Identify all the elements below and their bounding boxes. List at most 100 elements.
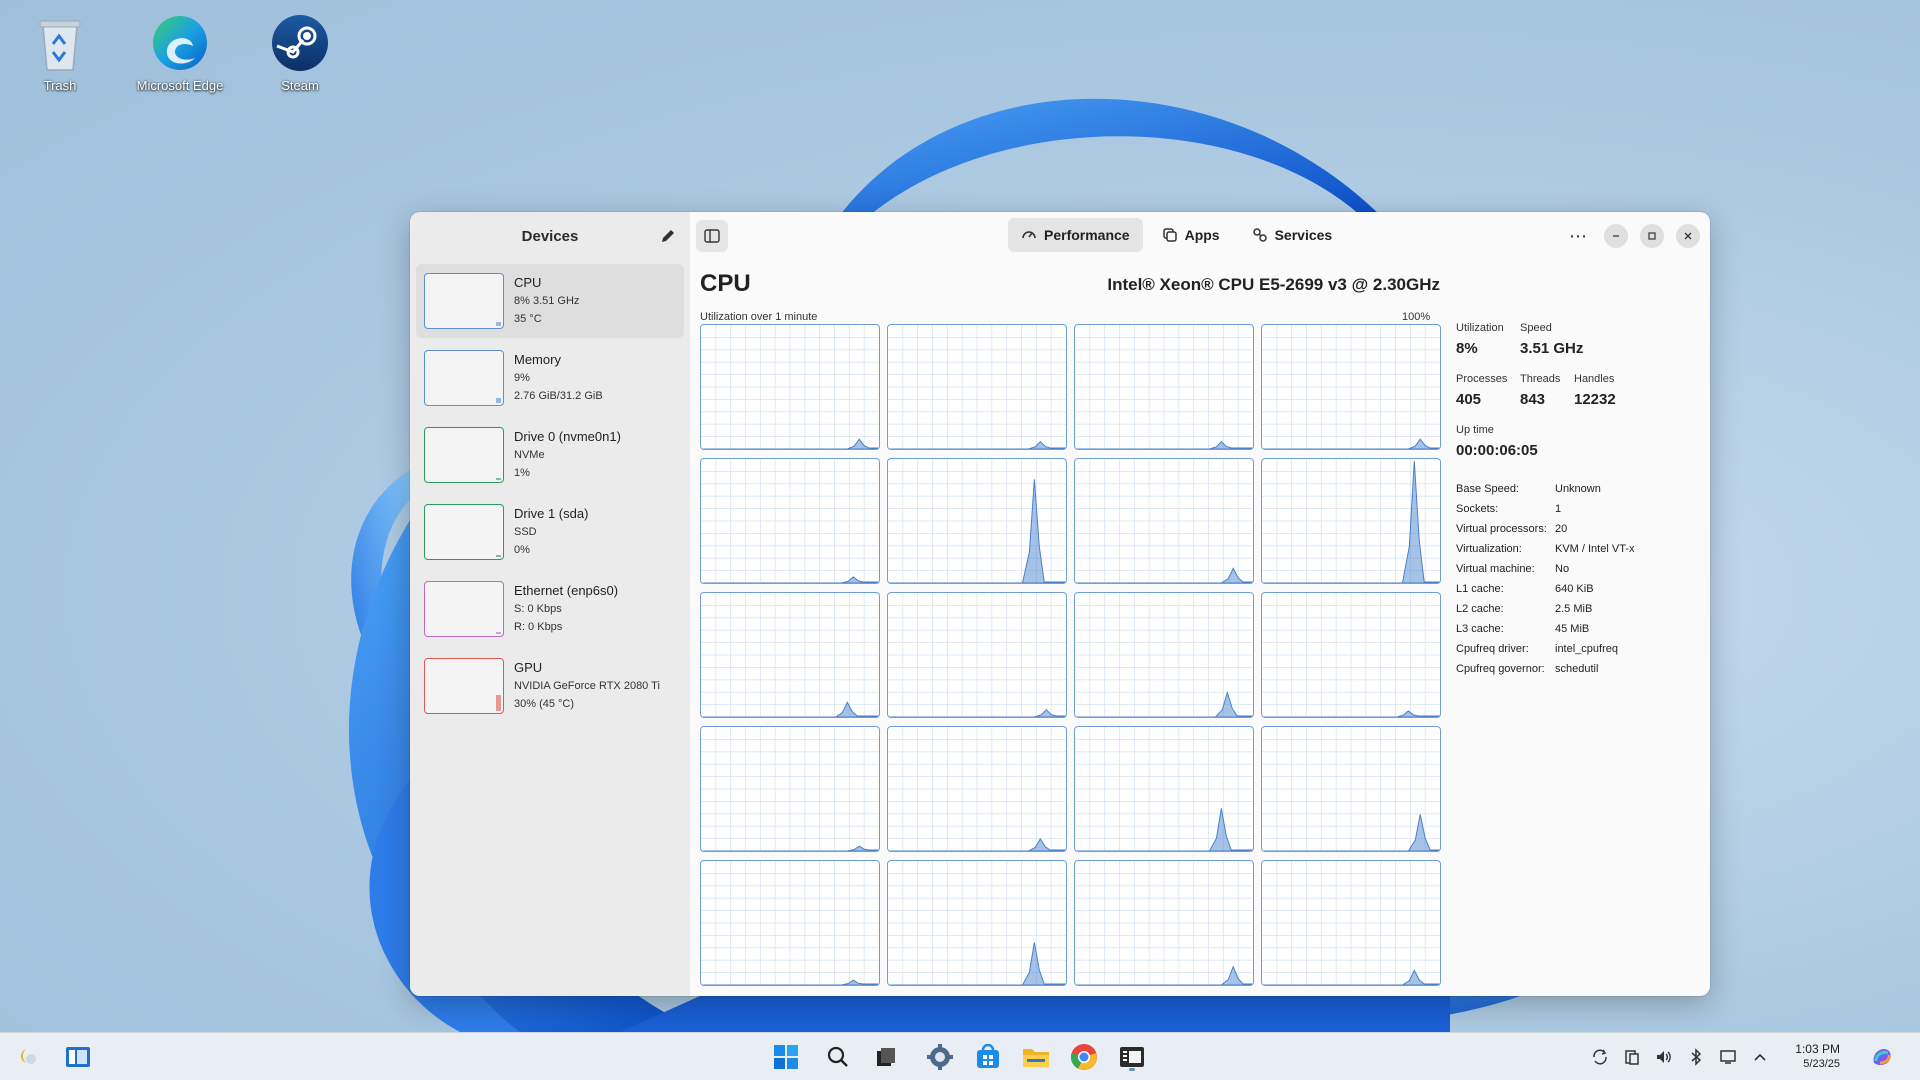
store-icon[interactable] [972, 1041, 1004, 1073]
cpu-detail-value: No [1555, 563, 1570, 575]
device-usage-fill [496, 478, 501, 480]
minimize-icon [1613, 235, 1619, 237]
cpu-detail-key: L2 cache: [1456, 603, 1504, 615]
maximize-button[interactable] [1640, 224, 1664, 248]
desktop-icon-steam[interactable]: Steam [255, 12, 345, 93]
cpu-detail-row: Virtual processors: 20 [1456, 519, 1710, 539]
sidebar-toggle-button[interactable] [696, 220, 728, 252]
device-detail: NVIDIA GeForce RTX 2080 Ti [514, 680, 660, 692]
cpu-detail-key: L3 cache: [1456, 623, 1504, 635]
header-bar: Performance Apps Services ⋯ [690, 212, 1710, 260]
threads-label: Threads [1520, 373, 1561, 385]
cpu-detail-row: Base Speed: Unknown [1456, 479, 1710, 499]
core-usage-graph [700, 860, 880, 986]
chrome-icon[interactable] [1068, 1041, 1100, 1073]
core-usage-graph [1261, 458, 1441, 584]
device-item[interactable]: Drive 0 (nvme0n1) NVMe 1% [416, 418, 684, 492]
tab-apps[interactable]: Apps [1149, 218, 1233, 252]
tab-apps-label: Apps [1184, 227, 1220, 243]
device-item[interactable]: Ethernet (enp6s0) S: 0 Kbps R: 0 Kbps [416, 572, 684, 646]
core-usage-graph [887, 458, 1067, 584]
chevron-up-icon[interactable] [1750, 1047, 1770, 1067]
core-usage-graph [700, 592, 880, 718]
core-usage-graph [700, 726, 880, 852]
cpu-detail-value: 1 [1555, 503, 1562, 515]
system-monitor-window: Devices CPU 8% 3.51 GHz 35 °C Memory 9% 2.76 … [410, 212, 1710, 996]
more-menu-button[interactable]: ⋯ [1564, 222, 1592, 250]
cpu-detail-key: L1 cache: [1456, 583, 1504, 595]
cpu-detail-value: 640 KiB [1555, 583, 1594, 595]
core-usage-graph [1074, 726, 1254, 852]
sidebar-header: Devices [410, 212, 690, 260]
copilot-icon[interactable] [1870, 1045, 1894, 1069]
device-detail: NVMe [514, 449, 545, 461]
device-name: CPU [514, 275, 542, 290]
cpu-stats-panel: Utilization 8% Speed 3.51 GHz Processes … [1456, 322, 1710, 679]
close-icon [1684, 232, 1692, 240]
core-usage-graph [1261, 860, 1441, 986]
task-manager-icon[interactable] [1116, 1041, 1148, 1073]
devices-sidebar: Devices CPU 8% 3.51 GHz 35 °C Memory 9% 2.76 … [410, 212, 690, 996]
device-detail: 0% [514, 544, 530, 556]
device-item[interactable]: CPU 8% 3.51 GHz 35 °C [416, 264, 684, 338]
uptime-value: 00:00:06:05 [1456, 442, 1538, 459]
widgets-icon[interactable] [12, 1041, 44, 1073]
desktop-icon-label: Microsoft Edge [136, 78, 224, 93]
device-detail: 30% (45 °C) [514, 698, 575, 710]
utilization-graph-max: 100% [1402, 311, 1431, 323]
core-usage-graph [1261, 324, 1441, 450]
cpu-detail-row: L2 cache: 2.5 MiB [1456, 599, 1710, 619]
apps-icon [1162, 228, 1177, 242]
task-view-icon[interactable] [62, 1041, 94, 1073]
device-item[interactable]: GPU NVIDIA GeForce RTX 2080 Ti 30% (45 °C) [416, 649, 684, 723]
device-usage-fill [496, 632, 501, 634]
core-usage-graph [1261, 592, 1441, 718]
core-usage-graph [887, 592, 1067, 718]
processes-label: Processes [1456, 373, 1508, 385]
device-usage-fill [496, 695, 501, 711]
device-detail: SSD [514, 526, 537, 538]
device-item[interactable]: Memory 9% 2.76 GiB/31.2 GiB [416, 341, 684, 415]
uptime-label: Up time [1456, 424, 1494, 436]
search-icon[interactable] [822, 1041, 854, 1073]
cpu-detail-value: KVM / Intel VT-x [1555, 543, 1635, 555]
display-icon[interactable] [1718, 1047, 1738, 1067]
pencil-icon[interactable] [658, 226, 678, 246]
cpu-detail-row: Virtual machine: No [1456, 559, 1710, 579]
device-usage-fill [496, 322, 501, 326]
device-detail: S: 0 Kbps [514, 603, 562, 615]
cpu-detail-key: Cpufreq governor: [1456, 663, 1545, 675]
device-detail: 35 °C [514, 313, 542, 325]
utilization-label: Utilization [1456, 322, 1504, 334]
recycle-bin-icon [30, 12, 90, 74]
sidebar-toggle-icon [704, 229, 720, 243]
clipboard-icon[interactable] [1622, 1047, 1642, 1067]
bluetooth-icon[interactable] [1686, 1047, 1706, 1067]
desktop-icon-trash[interactable]: Trash [15, 12, 105, 93]
file-manager-icon[interactable] [870, 1041, 902, 1073]
explorer-icon[interactable] [1020, 1041, 1052, 1073]
volume-icon[interactable] [1654, 1047, 1674, 1067]
device-detail: 8% 3.51 GHz [514, 295, 580, 307]
system-clock[interactable]: 1:03 PM 5/23/25 [1795, 1042, 1840, 1072]
core-usage-graph [1074, 324, 1254, 450]
cpu-detail-key: Sockets: [1456, 503, 1499, 515]
threads-value: 843 [1520, 391, 1546, 408]
sync-icon[interactable] [1590, 1047, 1610, 1067]
start-icon[interactable] [770, 1041, 802, 1073]
tab-performance[interactable]: Performance [1008, 218, 1143, 252]
minimize-button[interactable] [1604, 224, 1628, 248]
settings-icon[interactable] [924, 1041, 956, 1073]
tab-services-label: Services [1274, 227, 1333, 243]
cpu-details-list: Base Speed: Unknown Sockets: 1 Virtual proce… [1456, 479, 1710, 679]
close-button[interactable] [1676, 224, 1700, 248]
cpu-detail-value: schedutil [1555, 663, 1599, 675]
desktop-icon-label: Trash [43, 78, 77, 93]
cpu-detail-value: Unknown [1555, 483, 1601, 495]
device-name: Drive 1 (sda) [514, 506, 589, 521]
desktop-icon-edge[interactable]: Microsoft Edge [135, 12, 225, 93]
tab-services[interactable]: Services [1239, 218, 1346, 252]
device-item[interactable]: Drive 1 (sda) SSD 0% [416, 495, 684, 569]
core-usage-graph [1261, 726, 1441, 852]
core-usage-graph [700, 324, 880, 450]
